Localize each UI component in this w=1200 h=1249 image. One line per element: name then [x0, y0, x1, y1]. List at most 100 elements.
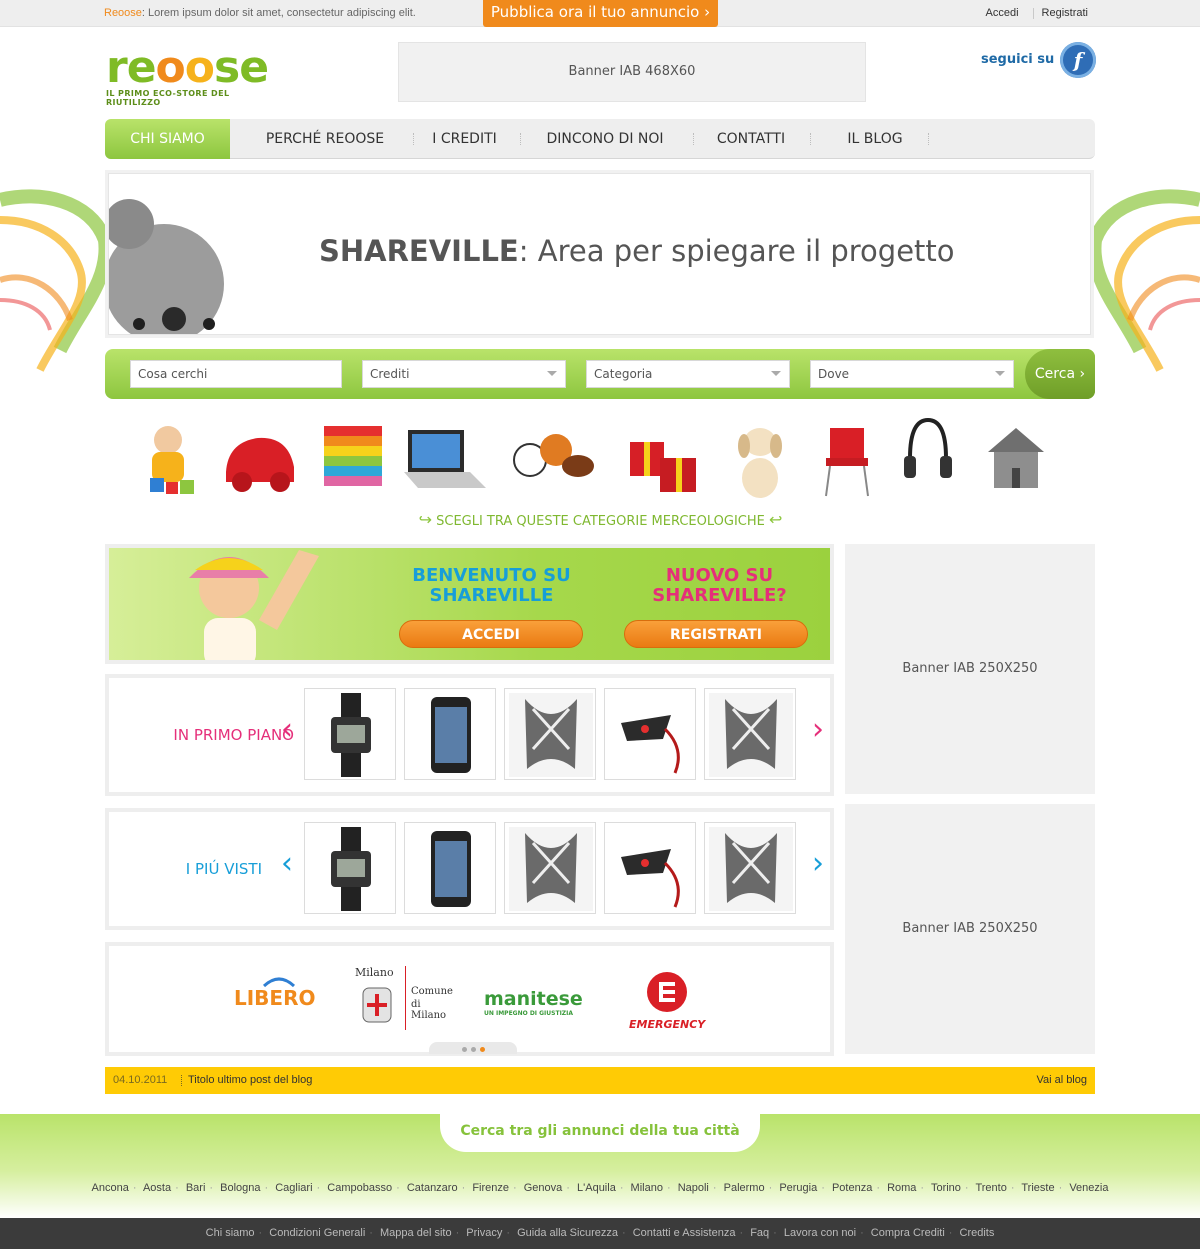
city-link[interactable]: Venezia — [1069, 1182, 1108, 1194]
most-viewed-next-icon[interactable]: › — [812, 846, 824, 881]
category-select[interactable]: Categoria — [586, 360, 790, 388]
category-headphones-icon[interactable] — [900, 412, 956, 500]
city-link[interactable]: Campobasso — [327, 1182, 392, 1194]
register-link[interactable]: Registrati — [1042, 7, 1088, 19]
nav-divider — [520, 133, 522, 145]
banner-468x60[interactable]: Banner IAB 468X60 — [398, 42, 866, 102]
partner-comune-milano[interactable]: Milano Comune di Milano — [355, 966, 455, 1036]
most-viewed-prev-icon[interactable]: ‹ — [281, 846, 293, 881]
category-house-icon[interactable] — [982, 412, 1050, 500]
nav-chi-siamo[interactable]: CHI SIAMO — [105, 119, 230, 159]
category-toy-car-icon[interactable] — [218, 412, 302, 500]
hero-title-rest: : Area per spiegare il progetto — [518, 234, 955, 268]
city-link[interactable]: Bari — [186, 1182, 206, 1194]
footer-link[interactable]: Compra Crediti — [871, 1227, 945, 1239]
category-gifts-icon[interactable] — [624, 412, 704, 500]
footer-link[interactable]: Contatti e Assistenza — [633, 1227, 736, 1239]
category-clothes-icon[interactable] — [322, 412, 384, 500]
most-viewed-item-watch[interactable] — [304, 822, 396, 914]
category-laptop-icon[interactable] — [400, 412, 490, 500]
featured-next-icon[interactable]: › — [812, 712, 824, 747]
city-link[interactable]: L'Aquila — [577, 1182, 616, 1194]
carousel-pagination[interactable] — [429, 1042, 517, 1054]
search-input[interactable]: Cosa cerchi — [130, 360, 342, 388]
hero-title: SHAREVILLE: Area per spiegare il progett… — [319, 234, 955, 268]
nav-il-blog[interactable]: IL BLOG — [825, 119, 925, 159]
footer-link[interactable]: Privacy — [466, 1227, 502, 1239]
footer-link[interactable]: Condizioni Generali — [269, 1227, 365, 1239]
register-button[interactable]: REGISTRATI — [624, 620, 808, 648]
city-link[interactable]: Firenze — [472, 1182, 509, 1194]
city-link[interactable]: Ancona — [92, 1182, 129, 1194]
phone-icon — [431, 697, 471, 773]
city-link[interactable]: Milano — [631, 1182, 663, 1194]
main-nav: CHI SIAMO PERCHÉ REOOSE I CREDITI DINCON… — [105, 119, 1095, 159]
footer-link[interactable]: Guida alla Sicurezza — [517, 1227, 618, 1239]
device-icon — [621, 849, 680, 908]
city-link[interactable]: Genova — [524, 1182, 563, 1194]
city-link[interactable]: Catanzaro — [407, 1182, 458, 1194]
featured-item-scarf[interactable] — [504, 688, 596, 780]
scarf-icon — [509, 693, 593, 777]
city-link[interactable]: Perugia — [779, 1182, 817, 1194]
city-link[interactable]: Aosta — [143, 1182, 171, 1194]
nav-perche-reoose[interactable]: PERCHÉ REOOSE — [245, 119, 405, 159]
footer-link[interactable]: Credits — [960, 1227, 995, 1239]
featured-prev-icon[interactable]: ‹ — [281, 712, 293, 747]
page-dot[interactable] — [461, 1047, 467, 1052]
login-button[interactable]: ACCEDI — [399, 620, 583, 648]
banner-250x250-bottom[interactable]: Banner IAB 250X250 — [845, 804, 1095, 1054]
most-viewed-item-scarf[interactable] — [504, 822, 596, 914]
footer-link[interactable]: Mappa del sito — [380, 1227, 452, 1239]
publish-ad-button[interactable]: Pubblica ora il tuo annuncio › — [483, 0, 718, 27]
milano-top-text: Milano — [355, 966, 394, 979]
category-chair-icon[interactable] — [818, 412, 878, 500]
facebook-icon[interactable]: f — [1060, 42, 1096, 78]
city-link[interactable]: Cagliari — [275, 1182, 312, 1194]
blog-post-title[interactable]: Titolo ultimo post del blog — [188, 1067, 312, 1094]
nav-dincono-di-noi[interactable]: DINCONO DI NOI — [525, 119, 685, 159]
footer-link[interactable]: Faq — [750, 1227, 769, 1239]
category-puppy-icon[interactable] — [730, 412, 790, 500]
category-sports-balls-icon[interactable] — [508, 412, 596, 500]
city-link[interactable]: Palermo — [724, 1182, 765, 1194]
categories-label-text: SCEGLI TRA QUESTE CATEGORIE MERCEOLOGICH… — [436, 514, 765, 529]
city-link[interactable]: Roma — [887, 1182, 916, 1194]
blog-bar: 04.10.2011 Titolo ultimo post del blog V… — [105, 1067, 1095, 1094]
city-link[interactable]: Trento — [975, 1182, 1006, 1194]
featured-item-device[interactable] — [604, 688, 696, 780]
hero-title-bold: SHAREVILLE — [319, 234, 519, 268]
blog-link[interactable]: Vai al blog — [1036, 1067, 1087, 1094]
category-baby-toys-icon[interactable] — [130, 412, 206, 500]
footer-link[interactable]: Chi siamo — [206, 1227, 255, 1239]
featured-item-scarf[interactable] — [704, 688, 796, 780]
chevron-down-icon — [547, 371, 557, 376]
city-link[interactable]: Napoli — [678, 1182, 709, 1194]
city-link[interactable]: Trieste — [1021, 1182, 1054, 1194]
login-link[interactable]: Accedi — [986, 7, 1019, 19]
cities-title: Cerca tra gli annunci della tua città — [440, 1114, 760, 1152]
search-button[interactable]: Cerca › — [1025, 349, 1095, 399]
most-viewed-item-phone[interactable] — [404, 822, 496, 914]
city-link[interactable]: Bologna — [220, 1182, 260, 1194]
credits-select[interactable]: Crediti — [362, 360, 566, 388]
banner-250x250-top[interactable]: Banner IAB 250X250 — [845, 544, 1095, 794]
city-link[interactable]: Torino — [931, 1182, 961, 1194]
partner-libero[interactable]: LIBERO — [234, 977, 316, 1010]
city-link[interactable]: Potenza — [832, 1182, 872, 1194]
partner-manitese[interactable]: manitese UN IMPEGNO DI GIUSTIZIA — [484, 988, 583, 1017]
nav-contatti[interactable]: CONTATTI — [700, 119, 802, 159]
where-select[interactable]: Dove — [810, 360, 1014, 388]
hero-banner: SHAREVILLE: Area per spiegare il progett… — [108, 173, 1091, 335]
featured-item-phone[interactable] — [404, 688, 496, 780]
partners-inner: LIBERO Milano Comune di Milano manitese … — [109, 946, 830, 1054]
page-dot-active[interactable] — [479, 1047, 485, 1052]
footer-link[interactable]: Lavora con noi — [784, 1227, 856, 1239]
logo[interactable]: reoose IL PRIMO ECO-STORE DEL RIUTILIZZO — [106, 46, 286, 108]
partner-emergency[interactable]: EMERGENCY — [629, 970, 709, 1031]
nav-i-crediti[interactable]: I CREDITI — [417, 119, 512, 159]
most-viewed-item-scarf[interactable] — [704, 822, 796, 914]
page-dot[interactable] — [470, 1047, 476, 1052]
featured-item-watch[interactable] — [304, 688, 396, 780]
most-viewed-item-device[interactable] — [604, 822, 696, 914]
